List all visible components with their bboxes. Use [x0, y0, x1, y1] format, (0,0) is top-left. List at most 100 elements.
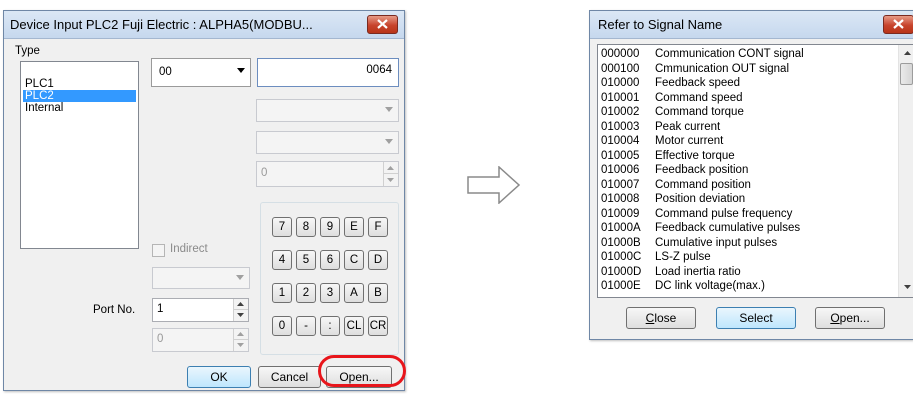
signal-open-button[interactable]: Open... [815, 307, 885, 329]
signal-list-item[interactable]: 010004 Motor current [601, 135, 895, 149]
signal-code: 010006 [601, 164, 640, 176]
signal-code: 01000D [601, 265, 642, 278]
signal-list-item[interactable]: 000100 Cmmunication OUT signal [601, 63, 895, 77]
signal-name: Command pulse frequency [655, 207, 793, 220]
signal-code: 010001 [601, 91, 640, 104]
spin-buttons[interactable] [383, 162, 398, 186]
port-spin-buttons[interactable] [233, 299, 248, 321]
keypad-key[interactable]: D [368, 250, 388, 270]
keypad-group: 7 8 9 E F 4 5 6 C D 1 2 3 A B 0-: CL CR [260, 202, 399, 355]
signal-list-item[interactable]: 01000E DC link voltage(max.) [601, 280, 895, 294]
scroll-down-icon[interactable] [904, 285, 911, 289]
sub-spin-buttons[interactable] [233, 329, 248, 351]
signal-name: Motor current [655, 135, 724, 147]
signal-list-item[interactable]: 010000 Feedback speed [601, 77, 895, 91]
signal-name: Feedback speed [655, 77, 741, 89]
keypad-key[interactable]: 3 [320, 283, 340, 303]
signal-list-item[interactable]: 01000B Cumulative input pulses [601, 237, 895, 251]
keypad-key[interactable]: 1 [272, 283, 292, 303]
ok-button[interactable]: OK [187, 366, 251, 388]
signal-code: 010002 [601, 106, 640, 118]
keypad-key[interactable]: 9 [320, 217, 340, 237]
address-input[interactable]: 0064 [257, 58, 399, 87]
device-combo[interactable]: 00 [151, 58, 251, 87]
type-list-item[interactable]: Internal [23, 102, 136, 114]
signal-list-item[interactable]: 010005 Effective torque [601, 150, 895, 164]
numeric-spin-value: 0 [261, 167, 268, 179]
keypad-key[interactable]: CR [368, 316, 388, 336]
signal-code: 010005 [601, 149, 640, 162]
select-button[interactable]: Select [716, 307, 796, 329]
signal-list-item[interactable]: 010009 Command pulse frequency [601, 208, 895, 222]
indirect-combo[interactable] [152, 267, 250, 289]
keypad-key[interactable]: 5 [296, 250, 316, 270]
cancel-button[interactable]: Cancel [258, 366, 321, 388]
device-input-dialog: Device Input PLC2 Fuji Electric : ALPHA5… [3, 10, 405, 391]
signal-list-item[interactable]: 01000C LS-Z pulse [601, 251, 895, 265]
keypad-key[interactable]: - [296, 316, 316, 336]
type-label: Type [15, 45, 40, 57]
signal-list-item[interactable]: 010006 Feedback position [601, 164, 895, 178]
device-input-close-button[interactable] [367, 15, 398, 34]
port-no-input[interactable]: 1 [152, 298, 249, 322]
signal-list-item[interactable]: 010002 Command torque [601, 106, 895, 120]
signal-list-item[interactable]: 010008 Position deviation [601, 193, 895, 207]
signal-name: Command position [655, 178, 751, 191]
port-no-value: 1 [157, 303, 164, 315]
spin-down-icon [384, 173, 398, 186]
signal-code: 01000C [601, 251, 642, 263]
spin-down-icon [234, 339, 248, 351]
keypad-key[interactable]: 8 [296, 217, 316, 237]
keypad-key[interactable]: A [344, 283, 364, 303]
indirect-checkbox[interactable] [152, 244, 165, 257]
keypad-key[interactable]: CL [344, 316, 364, 336]
disabled-combo-2[interactable] [256, 131, 399, 154]
signal-code: 010004 [601, 135, 640, 147]
type-listbox[interactable]: PLC1 PLC2 Internal [20, 61, 139, 249]
scroll-thumb[interactable] [900, 63, 913, 85]
signal-list-item[interactable]: 01000A Feedback cumulative pulses [601, 222, 895, 236]
keypad-key[interactable]: 7 [272, 217, 292, 237]
signal-list-item[interactable]: 010007 Command position [601, 179, 895, 193]
signal-scrollbar[interactable] [898, 45, 913, 297]
sub-spin-field[interactable]: 0 [152, 328, 249, 352]
signal-name: Command speed [655, 91, 743, 104]
refer-signal-close-button[interactable] [883, 15, 913, 34]
indirect-label: Indirect [170, 243, 208, 255]
close-button[interactable]: Close [626, 307, 696, 329]
keypad-key[interactable]: B [368, 283, 388, 303]
signal-list-item[interactable]: 010001 Command speed [601, 92, 895, 106]
signal-listbox[interactable]: 000000 Communication CONT signal 000100 Cmm… [597, 44, 913, 298]
keypad-key[interactable]: 0 [272, 316, 292, 336]
signal-list-item[interactable]: 01000D Load inertia ratio [601, 266, 895, 280]
chevron-down-icon [231, 268, 249, 288]
keypad-key[interactable]: : [320, 316, 340, 336]
keypad-key[interactable]: C [344, 250, 364, 270]
scroll-up-icon[interactable] [904, 51, 911, 55]
signal-code: 000000 [601, 48, 640, 60]
signal-code: 01000A [601, 222, 641, 234]
keypad-key[interactable]: F [368, 217, 388, 237]
keypad-key[interactable]: 2 [296, 283, 316, 303]
keypad-key[interactable]: 6 [320, 250, 340, 270]
disabled-combo-1[interactable] [256, 99, 399, 122]
signal-code: 010000 [601, 77, 640, 89]
signal-name: Cmmunication OUT signal [655, 62, 790, 75]
signal-list-item[interactable]: 010003 Peak current [601, 121, 895, 135]
keypad-key[interactable]: 4 [272, 250, 292, 270]
chevron-down-icon [380, 100, 398, 121]
signal-code: 010003 [601, 120, 640, 133]
keypad-key[interactable]: E [344, 217, 364, 237]
signal-name: Feedback position [655, 164, 749, 176]
type-list-item[interactable]: PLC2 [23, 90, 136, 102]
signal-name: Position deviation [655, 193, 746, 205]
numeric-spin-field[interactable]: 0 [256, 161, 399, 187]
signal-list-item[interactable]: 000000 Communication CONT signal [601, 48, 895, 62]
signal-name: LS-Z pulse [655, 251, 711, 263]
refer-signal-titlebar[interactable]: Refer to Signal Name [590, 11, 913, 39]
signal-name: Cumulative input pulses [655, 236, 778, 249]
device-input-titlebar[interactable]: Device Input PLC2 Fuji Electric : ALPHA5… [4, 11, 404, 39]
signal-name: Effective torque [655, 149, 735, 162]
refer-signal-title: Refer to Signal Name [598, 17, 723, 32]
type-list-item[interactable]: PLC1 [23, 78, 136, 90]
